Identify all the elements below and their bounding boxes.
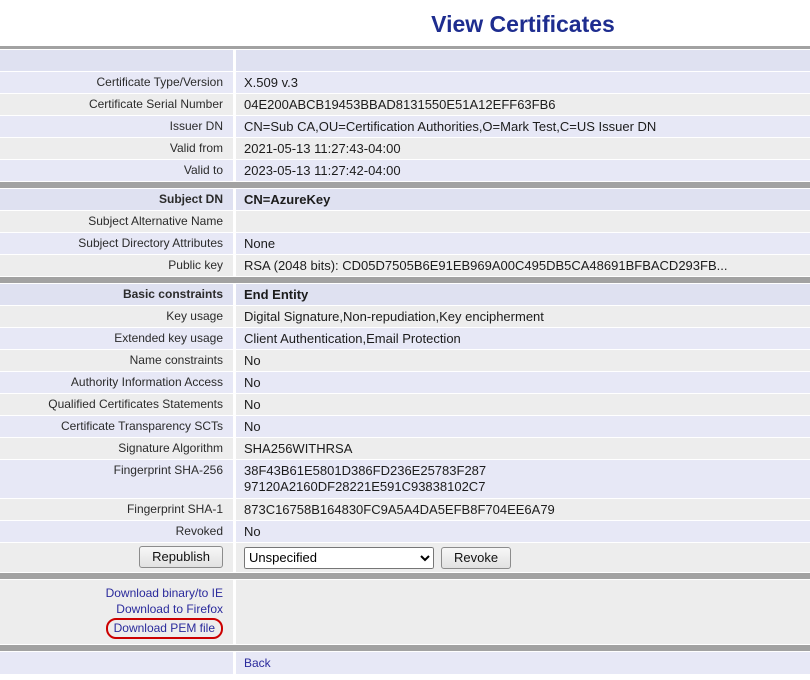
subject-alternative-name-value [236,211,810,232]
certificate-transparency-scts-value: No [236,416,810,437]
issuer-dn-value: CN=Sub CA,OU=Certification Authorities,O… [236,116,810,137]
extended-key-usage-label: Extended key usage [0,328,233,349]
row-subject-alternative-name: Subject Alternative Name [0,211,810,232]
back-empty-cell [0,652,233,674]
fingerprint-sha256-line1: 38F43B61E5801D386FD236E25783F287 [244,463,802,479]
authority-information-access-label: Authority Information Access [0,372,233,393]
row-issuer-dn: Issuer DN CN=Sub CA,OU=Certification Aut… [0,116,810,137]
public-key-value: RSA (2048 bits): CD05D7505B6E91EB969A00C… [236,255,810,276]
valid-to-value: 2023-05-13 11:27:42-04:00 [236,160,810,181]
row-table-header [0,50,810,71]
valid-to-label: Valid to [0,160,233,181]
row-subject-directory-attributes: Subject Directory Attributes None [0,233,810,254]
row-certificate-transparency-scts: Certificate Transparency SCTs No [0,416,810,437]
row-fingerprint-sha256: Fingerprint SHA-256 38F43B61E5801D386FD2… [0,460,810,498]
extended-key-usage-value: Client Authentication,Email Protection [236,328,810,349]
subject-directory-attributes-label: Subject Directory Attributes [0,233,233,254]
basic-constraints-label: Basic constraints [0,284,233,305]
key-usage-value: Digital Signature,Non-repudiation,Key en… [236,306,810,327]
certificate-type-version-value: X.509 v.3 [236,72,810,93]
subject-alternative-name-label: Subject Alternative Name [0,211,233,232]
row-authority-information-access: Authority Information Access No [0,372,810,393]
section-separator-subject [0,182,810,188]
section-separator-top [0,46,810,49]
row-signature-algorithm: Signature Algorithm SHA256WITHRSA [0,438,810,459]
authority-information-access-value: No [236,372,810,393]
download-firefox-link[interactable]: Download to Firefox [8,601,223,617]
row-valid-from: Valid from 2021-05-13 11:27:43-04:00 [0,138,810,159]
row-key-usage: Key usage Digital Signature,Non-repudiat… [0,306,810,327]
row-certificate-type-version: Certificate Type/Version X.509 v.3 [0,72,810,93]
row-extended-key-usage: Extended key usage Client Authentication… [0,328,810,349]
qualified-certificates-statements-label: Qualified Certificates Statements [0,394,233,415]
row-fingerprint-sha1: Fingerprint SHA-1 873C16758B164830FC9A5A… [0,499,810,520]
row-downloads: Download binary/to IE Download to Firefo… [0,580,810,644]
section-separator-constraints [0,277,810,283]
fingerprint-sha1-label: Fingerprint SHA-1 [0,499,233,520]
row-name-constraints: Name constraints No [0,350,810,371]
signature-algorithm-value: SHA256WITHRSA [236,438,810,459]
fingerprint-sha256-value: 38F43B61E5801D386FD236E25783F287 97120A2… [236,460,810,498]
name-constraints-value: No [236,350,810,371]
header-empty-label [0,50,233,71]
downloads-empty-cell [236,580,810,644]
row-valid-to: Valid to 2023-05-13 11:27:42-04:00 [0,160,810,181]
revoke-button[interactable]: Revoke [441,547,511,569]
fingerprint-sha256-line2: 97120A2160DF28221E591C93838102C7 [244,479,802,495]
back-link[interactable]: Back [244,656,271,670]
section-separator-downloads [0,573,810,579]
download-pem-link[interactable]: Download PEM file [114,620,215,636]
row-qualified-certificates-statements: Qualified Certificates Statements No [0,394,810,415]
certificate-table: Certificate Type/Version X.509 v.3 Certi… [0,46,810,674]
row-certificate-serial-number: Certificate Serial Number 04E200ABCB1945… [0,94,810,115]
row-subject-dn: Subject DN CN=AzureKey [0,189,810,210]
revoked-label: Revoked [0,521,233,542]
republish-cell: Republish [0,543,233,572]
name-constraints-label: Name constraints [0,350,233,371]
signature-algorithm-label: Signature Algorithm [0,438,233,459]
pem-highlight-annotation: Download PEM file [106,618,223,639]
basic-constraints-value: End Entity [236,284,810,305]
row-actions: Republish Unspecified Revoke [0,543,810,572]
subject-dn-label: Subject DN [0,189,233,210]
fingerprint-sha256-label: Fingerprint SHA-256 [0,460,233,498]
certificate-transparency-scts-label: Certificate Transparency SCTs [0,416,233,437]
header-empty-value [236,50,810,71]
row-basic-constraints: Basic constraints End Entity [0,284,810,305]
view-certificates-page: View Certificates Certificate Type/Versi… [0,0,810,674]
row-public-key: Public key RSA (2048 bits): CD05D7505B6E… [0,255,810,276]
key-usage-label: Key usage [0,306,233,327]
revocation-reason-select[interactable]: Unspecified [244,547,434,569]
revoke-cell: Unspecified Revoke [236,543,810,572]
republish-button[interactable]: Republish [139,546,223,568]
download-binary-ie-link[interactable]: Download binary/to IE [8,585,223,601]
subject-dn-value: CN=AzureKey [236,189,810,210]
valid-from-value: 2021-05-13 11:27:43-04:00 [236,138,810,159]
public-key-label: Public key [0,255,233,276]
page-title: View Certificates [236,0,810,46]
subject-directory-attributes-value: None [236,233,810,254]
fingerprint-sha1-value: 873C16758B164830FC9A5A4DA5EFB8F704EE6A79 [236,499,810,520]
certificate-serial-number-value: 04E200ABCB19453BBAD8131550E51A12EFF63FB6 [236,94,810,115]
back-cell: Back [236,652,810,674]
issuer-dn-label: Issuer DN [0,116,233,137]
row-revoked: Revoked No [0,521,810,542]
section-separator-back [0,645,810,651]
downloads-cell: Download binary/to IE Download to Firefo… [0,580,233,644]
row-back: Back [0,652,810,674]
valid-from-label: Valid from [0,138,233,159]
certificate-type-version-label: Certificate Type/Version [0,72,233,93]
revoked-value: No [236,521,810,542]
certificate-serial-number-label: Certificate Serial Number [0,94,233,115]
qualified-certificates-statements-value: No [236,394,810,415]
